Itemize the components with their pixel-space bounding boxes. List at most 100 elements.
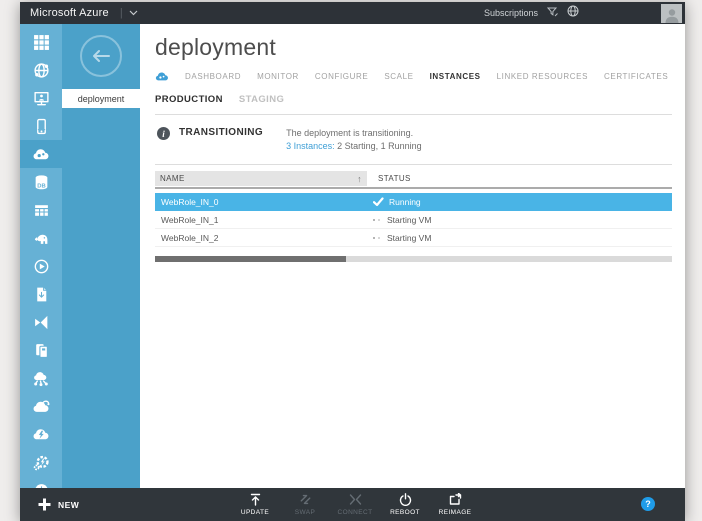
table-header: NAME ↑ STATUS xyxy=(155,171,672,190)
page-title: deployment xyxy=(155,34,276,60)
service-bus-icon xyxy=(36,286,47,301)
chevron-down-icon[interactable] xyxy=(129,10,138,16)
subscriptions-label[interactable]: Subscriptions xyxy=(484,8,538,18)
automation-icon xyxy=(33,455,49,470)
sidebar-item-mobile-services[interactable] xyxy=(20,112,62,140)
hdinsight-elephant-icon xyxy=(34,234,48,244)
sql-databases-icon: DB xyxy=(35,174,47,189)
globe-language-icon[interactable] xyxy=(567,4,579,22)
update-icon xyxy=(250,493,260,506)
connect-button: CONNECT xyxy=(330,488,380,521)
instance-status: Running xyxy=(367,197,672,207)
command-label: CONNECT xyxy=(337,509,373,516)
brand-title: Microsoft Azure xyxy=(30,7,109,19)
command-group: UPDATE SWAP CONNECT REBOOT REIMAGE xyxy=(230,488,480,521)
sort-ascending-icon: ↑ xyxy=(357,173,362,184)
svg-text:DB: DB xyxy=(37,183,45,189)
help-button[interactable]: ? xyxy=(641,497,655,511)
notice-heading: TRANSITIONING xyxy=(179,127,264,138)
connect-icon xyxy=(349,494,361,505)
sidebar-item-recovery-services[interactable] xyxy=(20,420,62,448)
tab-bar: DASHBOARD MONITOR CONFIGURE SCALE INSTAN… xyxy=(155,71,672,81)
sidebar-item-storage[interactable] xyxy=(20,196,62,224)
spinner-icon xyxy=(373,236,380,239)
instance-name: WebRole_IN_1 xyxy=(161,214,219,225)
tab-instances[interactable]: INSTANCES xyxy=(430,72,481,81)
spinner-icon xyxy=(373,218,380,221)
sidebar-item-all-items[interactable] xyxy=(20,28,62,56)
web-sites-globe-icon xyxy=(33,62,49,78)
info-icon: i xyxy=(157,127,170,140)
topbar-right-group: Subscriptions xyxy=(484,4,579,22)
sidebar-flyout-panel: deployment xyxy=(62,24,140,488)
tab-linked-resources[interactable]: LINKED RESOURCES xyxy=(497,72,588,81)
new-button[interactable]: NEW xyxy=(38,488,79,521)
biztalk-services-icon xyxy=(34,371,48,386)
desktop-background: Microsoft Azure | Subscriptions DB deplo… xyxy=(0,0,702,521)
command-label: SWAP xyxy=(294,509,316,516)
filter-funnel-icon[interactable] xyxy=(546,4,558,22)
scrollbar-thumb[interactable] xyxy=(155,256,347,263)
tab-configure[interactable]: CONFIGURE xyxy=(315,72,368,81)
sidebar-item-virtual-machines[interactable] xyxy=(20,84,62,112)
sidebar-item-hdinsight[interactable] xyxy=(20,224,62,252)
notice-text: The deployment is transitioning. 3 Insta… xyxy=(286,127,422,153)
tab-dashboard[interactable]: DASHBOARD xyxy=(185,72,241,81)
sidebar-item-media-services[interactable] xyxy=(20,252,62,280)
table-row[interactable]: WebRole_IN_1 Starting VM xyxy=(155,211,672,230)
top-bar: Microsoft Azure | Subscriptions xyxy=(20,2,685,24)
new-label: NEW xyxy=(58,499,80,510)
name-column-label: NAME xyxy=(160,174,185,184)
slot-production[interactable]: PRODUCTION xyxy=(155,94,223,105)
tab-scale[interactable]: SCALE xyxy=(384,72,413,81)
table-row[interactable]: WebRole_IN_2 Starting VM xyxy=(155,229,672,248)
notice-line1: The deployment is transitioning. xyxy=(286,128,414,138)
slot-tabs: PRODUCTION STAGING xyxy=(155,94,672,105)
tab-certificates[interactable]: CERTIFICATES xyxy=(604,72,668,81)
visual-studio-online-icon xyxy=(34,315,47,329)
back-button[interactable] xyxy=(80,35,122,77)
sidebar-item-cloud-services[interactable] xyxy=(20,140,62,168)
tab-monitor[interactable]: MONITOR xyxy=(257,72,299,81)
notice-line2: 2 Starting, 1 Running xyxy=(334,141,422,152)
flyout-item-deployment[interactable]: deployment xyxy=(62,89,140,108)
sidebar-item-service-bus[interactable] xyxy=(20,280,62,308)
command-label: UPDATE xyxy=(240,509,270,516)
slot-staging[interactable]: STAGING xyxy=(239,94,284,105)
bottom-command-bar: NEW UPDATE SWAP CONNECT REBOOT REIMAGE ? xyxy=(20,488,685,521)
table-row[interactable]: WebRole_IN_0 Running xyxy=(155,193,672,212)
recovery-services-icon xyxy=(33,428,49,439)
reboot-button[interactable]: REBOOT xyxy=(380,488,430,521)
sidebar-item-scheduler[interactable] xyxy=(20,476,62,488)
content-pane: deployment DASHBOARD MONITOR CONFIGURE S… xyxy=(140,24,685,488)
sidebar-item-backup-vaults[interactable] xyxy=(20,392,62,420)
user-avatar[interactable] xyxy=(661,4,682,23)
cloud-services-icon xyxy=(33,148,49,159)
update-button[interactable]: UPDATE xyxy=(230,488,280,521)
check-icon xyxy=(373,197,384,207)
sidebar-item-sql-databases[interactable]: DB xyxy=(20,168,62,196)
column-header-name[interactable]: NAME ↑ xyxy=(155,171,367,187)
sidebar-icon-strip: DB xyxy=(20,24,62,488)
instances-link[interactable]: 3 Instances: xyxy=(286,141,335,151)
sidebar-item-visual-studio-online[interactable] xyxy=(20,308,62,336)
transitioning-notice: i TRANSITIONING The deployment is transi… xyxy=(155,127,672,153)
sidebar-item-biztalk-services[interactable] xyxy=(20,364,62,392)
main-body: DB deployment deployment DASHBOARD MONIT… xyxy=(20,24,685,488)
mobile-services-phone-icon xyxy=(36,118,46,134)
sidebar-item-web-sites[interactable] xyxy=(20,56,62,84)
horizontal-scrollbar[interactable] xyxy=(155,256,672,263)
status-label: Starting VM xyxy=(387,232,432,243)
status-label: Starting VM xyxy=(387,214,432,225)
column-header-status[interactable]: STATUS xyxy=(367,174,672,183)
azure-portal-window: Microsoft Azure | Subscriptions DB deplo… xyxy=(20,2,685,521)
swap-button: SWAP xyxy=(280,488,330,521)
back-arrow-icon xyxy=(93,50,110,62)
all-items-grid-icon xyxy=(33,34,49,50)
storage-table-icon xyxy=(34,204,48,216)
sidebar-item-automation[interactable] xyxy=(20,448,62,476)
sidebar-item-cache[interactable] xyxy=(20,336,62,364)
reimage-button[interactable]: REIMAGE xyxy=(430,488,480,521)
status-label: Running xyxy=(389,197,421,208)
command-label: REIMAGE xyxy=(438,509,472,516)
